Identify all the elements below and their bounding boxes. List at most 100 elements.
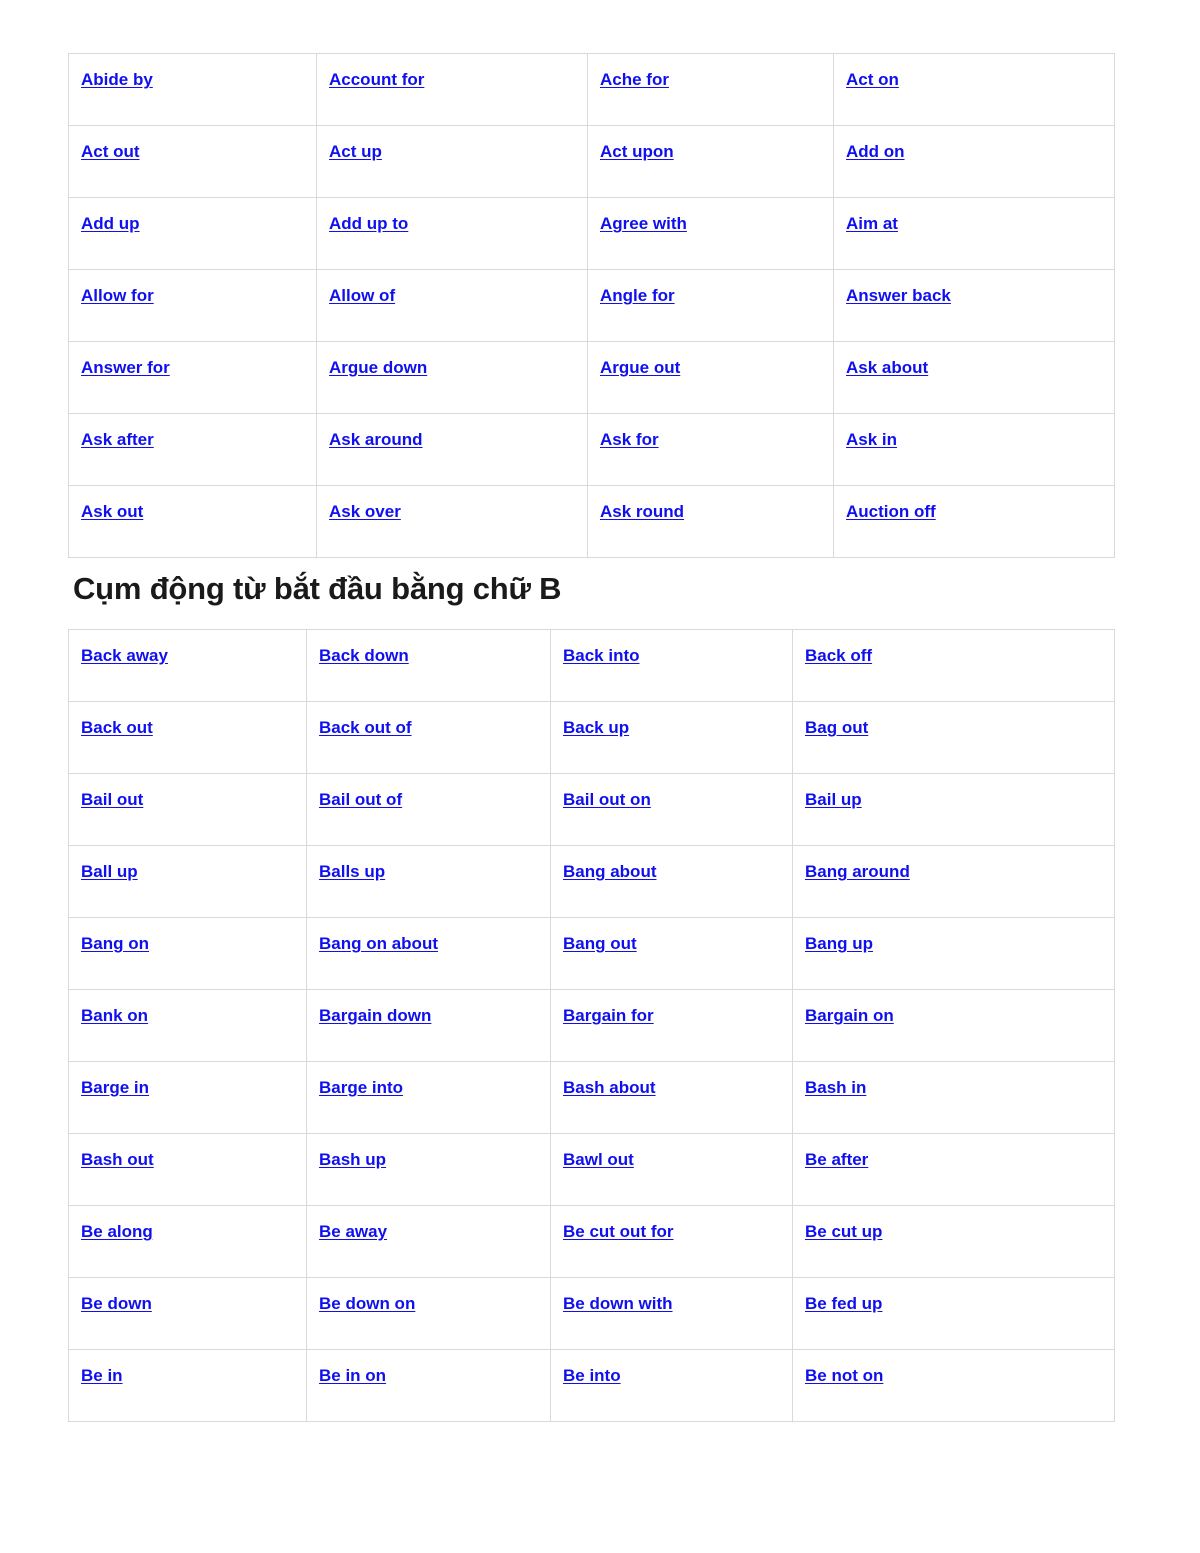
phrasal-verb-link[interactable]: Bank on (81, 1006, 148, 1025)
phrasal-verb-link[interactable]: Answer back (846, 286, 951, 305)
phrasal-verb-link[interactable]: Bang up (805, 934, 873, 953)
phrasal-verb-link[interactable]: Bang about (563, 862, 657, 881)
phrasal-verb-link[interactable]: Auction off (846, 502, 936, 521)
phrasal-verb-link[interactable]: Be in on (319, 1366, 386, 1385)
phrasal-verb-link[interactable]: Account for (329, 70, 424, 89)
phrasal-verb-link[interactable]: Allow for (81, 286, 154, 305)
table-cell: Back up (550, 701, 793, 774)
phrasal-verb-link[interactable]: Back off (805, 646, 872, 665)
table-row: Answer for Argue down Argue out Ask abou… (68, 341, 1115, 414)
phrasal-verb-link[interactable]: Add up to (329, 214, 408, 233)
table-cell: Be in (68, 1349, 307, 1422)
phrasal-verb-link[interactable]: Be down on (319, 1294, 415, 1313)
table-cell: Bargain on (792, 989, 1115, 1062)
phrasal-verb-link[interactable]: Add on (846, 142, 905, 161)
phrasal-verb-link[interactable]: Be after (805, 1150, 868, 1169)
phrasal-verb-link[interactable]: Be into (563, 1366, 621, 1385)
phrasal-verb-link[interactable]: Aim at (846, 214, 898, 233)
table-cell: Ask for (587, 413, 834, 486)
phrasal-verb-link[interactable]: Bargain on (805, 1006, 894, 1025)
phrasal-verb-link[interactable]: Back away (81, 646, 168, 665)
table-row: Act out Act up Act upon Add on (68, 125, 1115, 198)
phrasal-verb-link[interactable]: Be away (319, 1222, 387, 1241)
phrasal-verb-link[interactable]: Bail up (805, 790, 862, 809)
phrasal-verb-link[interactable]: Allow of (329, 286, 395, 305)
phrasal-verb-link[interactable]: Back out of (319, 718, 412, 737)
phrasal-verb-link[interactable]: Bawl out (563, 1150, 634, 1169)
table-cell: Allow of (316, 269, 588, 342)
phrasal-verb-link[interactable]: Bang out (563, 934, 637, 953)
phrasal-verb-link[interactable]: Ask in (846, 430, 897, 449)
phrasal-verb-link[interactable]: Be along (81, 1222, 153, 1241)
phrasal-verb-link[interactable]: Act out (81, 142, 140, 161)
phrasal-verb-link[interactable]: Bash up (319, 1150, 386, 1169)
phrasal-verb-link[interactable]: Ball up (81, 862, 138, 881)
phrasal-verb-link[interactable]: Ache for (600, 70, 669, 89)
phrasal-verb-link[interactable]: Ask for (600, 430, 659, 449)
table-cell: Abide by (68, 53, 317, 126)
phrasal-verb-link[interactable]: Bargain for (563, 1006, 654, 1025)
phrasal-verb-link[interactable]: Be down with (563, 1294, 673, 1313)
table-cell: Bag out (792, 701, 1115, 774)
phrasal-verb-link[interactable]: Ask over (329, 502, 401, 521)
phrasal-verbs-table-b: Back away Back down Back into Back off B… (68, 629, 1115, 1422)
table-cell: Be in on (306, 1349, 551, 1422)
table-row: Ball up Balls up Bang about Bang around (68, 845, 1115, 918)
phrasal-verb-link[interactable]: Argue out (600, 358, 680, 377)
phrasal-verb-link[interactable]: Bag out (805, 718, 868, 737)
phrasal-verb-link[interactable]: Back into (563, 646, 640, 665)
table-cell: Back away (68, 629, 307, 702)
phrasal-verb-link[interactable]: Agree with (600, 214, 687, 233)
phrasal-verb-link[interactable]: Act upon (600, 142, 674, 161)
phrasal-verb-link[interactable]: Argue down (329, 358, 427, 377)
phrasal-verb-link[interactable]: Balls up (319, 862, 385, 881)
phrasal-verb-link[interactable]: Act up (329, 142, 382, 161)
table-cell: Ask round (587, 485, 834, 558)
table-cell: Bash up (306, 1133, 551, 1206)
phrasal-verb-link[interactable]: Add up (81, 214, 140, 233)
phrasal-verb-link[interactable]: Ask around (329, 430, 423, 449)
phrasal-verb-link[interactable]: Back out (81, 718, 153, 737)
phrasal-verb-link[interactable]: Angle for (600, 286, 675, 305)
phrasal-verb-link[interactable]: Bash out (81, 1150, 154, 1169)
phrasal-verb-link[interactable]: Back down (319, 646, 409, 665)
phrasal-verb-link[interactable]: Bang on about (319, 934, 438, 953)
phrasal-verb-link[interactable]: Ask out (81, 502, 143, 521)
phrasal-verb-link[interactable]: Act on (846, 70, 899, 89)
table-cell: Ball up (68, 845, 307, 918)
phrasal-verb-link[interactable]: Bargain down (319, 1006, 431, 1025)
table-cell: Act on (833, 53, 1115, 126)
phrasal-verb-link[interactable]: Abide by (81, 70, 153, 89)
phrasal-verb-link[interactable]: Be fed up (805, 1294, 882, 1313)
phrasal-verb-link[interactable]: Ask after (81, 430, 154, 449)
phrasal-verb-link[interactable]: Bail out on (563, 790, 651, 809)
phrasal-verb-link[interactable]: Bash about (563, 1078, 656, 1097)
phrasal-verb-link[interactable]: Be cut up (805, 1222, 882, 1241)
table-cell: Bail up (792, 773, 1115, 846)
phrasal-verb-link[interactable]: Be not on (805, 1366, 883, 1385)
phrasal-verb-link[interactable]: Be down (81, 1294, 152, 1313)
phrasal-verb-link[interactable]: Be cut out for (563, 1222, 674, 1241)
phrasal-verb-link[interactable]: Bang on (81, 934, 149, 953)
table-row: Ask out Ask over Ask round Auction off (68, 485, 1115, 558)
phrasal-verb-link[interactable]: Bash in (805, 1078, 866, 1097)
table-cell: Bang on about (306, 917, 551, 990)
phrasal-verb-link[interactable]: Be in (81, 1366, 123, 1385)
table-cell: Bang about (550, 845, 793, 918)
phrasal-verb-link[interactable]: Answer for (81, 358, 170, 377)
table-cell: Be after (792, 1133, 1115, 1206)
phrasal-verb-link[interactable]: Bail out of (319, 790, 402, 809)
phrasal-verb-link[interactable]: Bail out (81, 790, 143, 809)
table-row: Add up Add up to Agree with Aim at (68, 197, 1115, 270)
phrasal-verb-link[interactable]: Ask about (846, 358, 928, 377)
table-cell: Bail out (68, 773, 307, 846)
phrasal-verb-link[interactable]: Bang around (805, 862, 910, 881)
table-row: Bank on Bargain down Bargain for Bargain… (68, 989, 1115, 1062)
phrasal-verb-link[interactable]: Barge in (81, 1078, 149, 1097)
phrasal-verb-link[interactable]: Barge into (319, 1078, 403, 1097)
table-row: Back away Back down Back into Back off (68, 629, 1115, 702)
phrasal-verb-link[interactable]: Back up (563, 718, 629, 737)
table-cell: Ask about (833, 341, 1115, 414)
table-cell: Bawl out (550, 1133, 793, 1206)
phrasal-verb-link[interactable]: Ask round (600, 502, 684, 521)
